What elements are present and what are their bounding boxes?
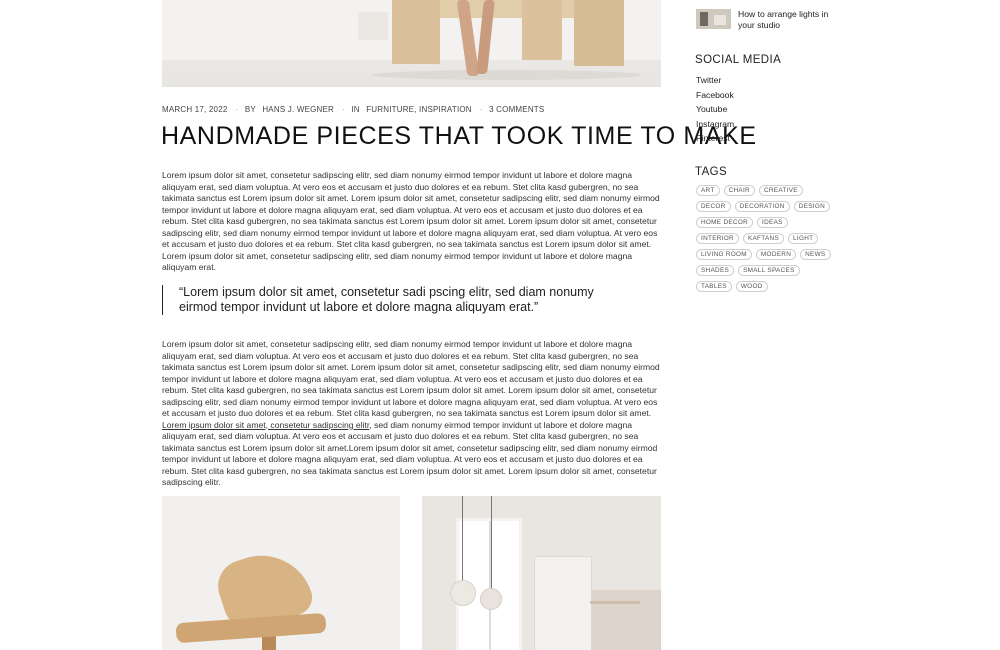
tag-link[interactable]: WOOD xyxy=(735,281,768,292)
hero-image xyxy=(162,0,661,87)
tag-cloud: ART CHAIR CREATIVE DECOR DECORATION DESI… xyxy=(696,185,831,292)
category-prefix: IN xyxy=(351,105,360,114)
paragraph-text: Lorem ipsum dolor sit amet, consetetur s… xyxy=(162,339,660,418)
tag-link[interactable]: TABLES xyxy=(696,281,732,292)
social-link-youtube[interactable]: Youtube xyxy=(696,102,734,117)
chair-image xyxy=(162,496,400,650)
social-link-twitter[interactable]: Twitter xyxy=(696,73,734,88)
tag-link[interactable]: LIVING ROOM xyxy=(696,249,752,260)
tag-link[interactable]: ART xyxy=(696,185,720,196)
tag-link[interactable]: LIGHT xyxy=(788,233,819,244)
tag-link[interactable]: SMALL SPACES xyxy=(738,265,800,276)
social-link-pinterest[interactable]: Pinterest xyxy=(696,131,734,146)
tag-link[interactable]: SHADES xyxy=(696,265,735,276)
tag-link[interactable]: DECOR xyxy=(696,201,731,212)
tag-link[interactable]: KAFTANS xyxy=(742,233,785,244)
social-link-instagram[interactable]: Instagram xyxy=(696,117,734,132)
tag-link[interactable]: CREATIVE xyxy=(758,185,803,196)
post-title: HANDMADE PIECES THAT TOOK TIME TO MAKE xyxy=(161,122,757,150)
post-comments[interactable]: 3 COMMENTS xyxy=(489,105,544,114)
post-paragraph: Lorem ipsum dolor sit amet, consetetur s… xyxy=(162,170,660,272)
post-paragraph: Lorem ipsum dolor sit amet, consetetur s… xyxy=(162,339,662,489)
tag-link[interactable]: INTERIOR xyxy=(696,233,739,244)
tag-link[interactable]: MODERN xyxy=(755,249,797,260)
social-links-list: Twitter Facebook Youtube Instagram Pinte… xyxy=(696,73,734,146)
tag-link[interactable]: NEWS xyxy=(800,249,831,260)
tag-link[interactable]: DESIGN xyxy=(793,201,831,212)
post-meta: MARCH 17, 2022 · BY HANS J. WEGNER · IN FU… xyxy=(162,105,545,114)
recent-post-thumbnail[interactable] xyxy=(696,9,731,29)
tag-link[interactable]: HOME DECOR xyxy=(696,217,754,228)
recent-post-title[interactable]: How to arrange lights in your studio xyxy=(738,9,838,31)
tags-heading: TAGS xyxy=(695,166,728,178)
post-categories[interactable]: FURNITURE, INSPIRATION xyxy=(366,105,472,114)
recent-post-item[interactable]: How to arrange lights in your studio xyxy=(696,9,838,31)
post-date[interactable]: MARCH 17, 2022 xyxy=(162,105,228,114)
inline-link[interactable]: Lorem ipsum dolor sit amet, consetetur s… xyxy=(162,420,369,430)
tag-link[interactable]: CHAIR xyxy=(723,185,755,196)
room-image xyxy=(422,496,661,650)
post-author[interactable]: HANS J. WEGNER xyxy=(262,105,334,114)
author-prefix: BY xyxy=(244,105,256,114)
post-blockquote: “Lorem ipsum dolor sit amet, consetetur … xyxy=(162,285,632,315)
social-media-heading: SOCIAL MEDIA xyxy=(695,54,782,66)
tag-link[interactable]: IDEAS xyxy=(757,217,788,228)
social-link-facebook[interactable]: Facebook xyxy=(696,88,734,103)
tag-link[interactable]: DECORATION xyxy=(734,201,790,212)
